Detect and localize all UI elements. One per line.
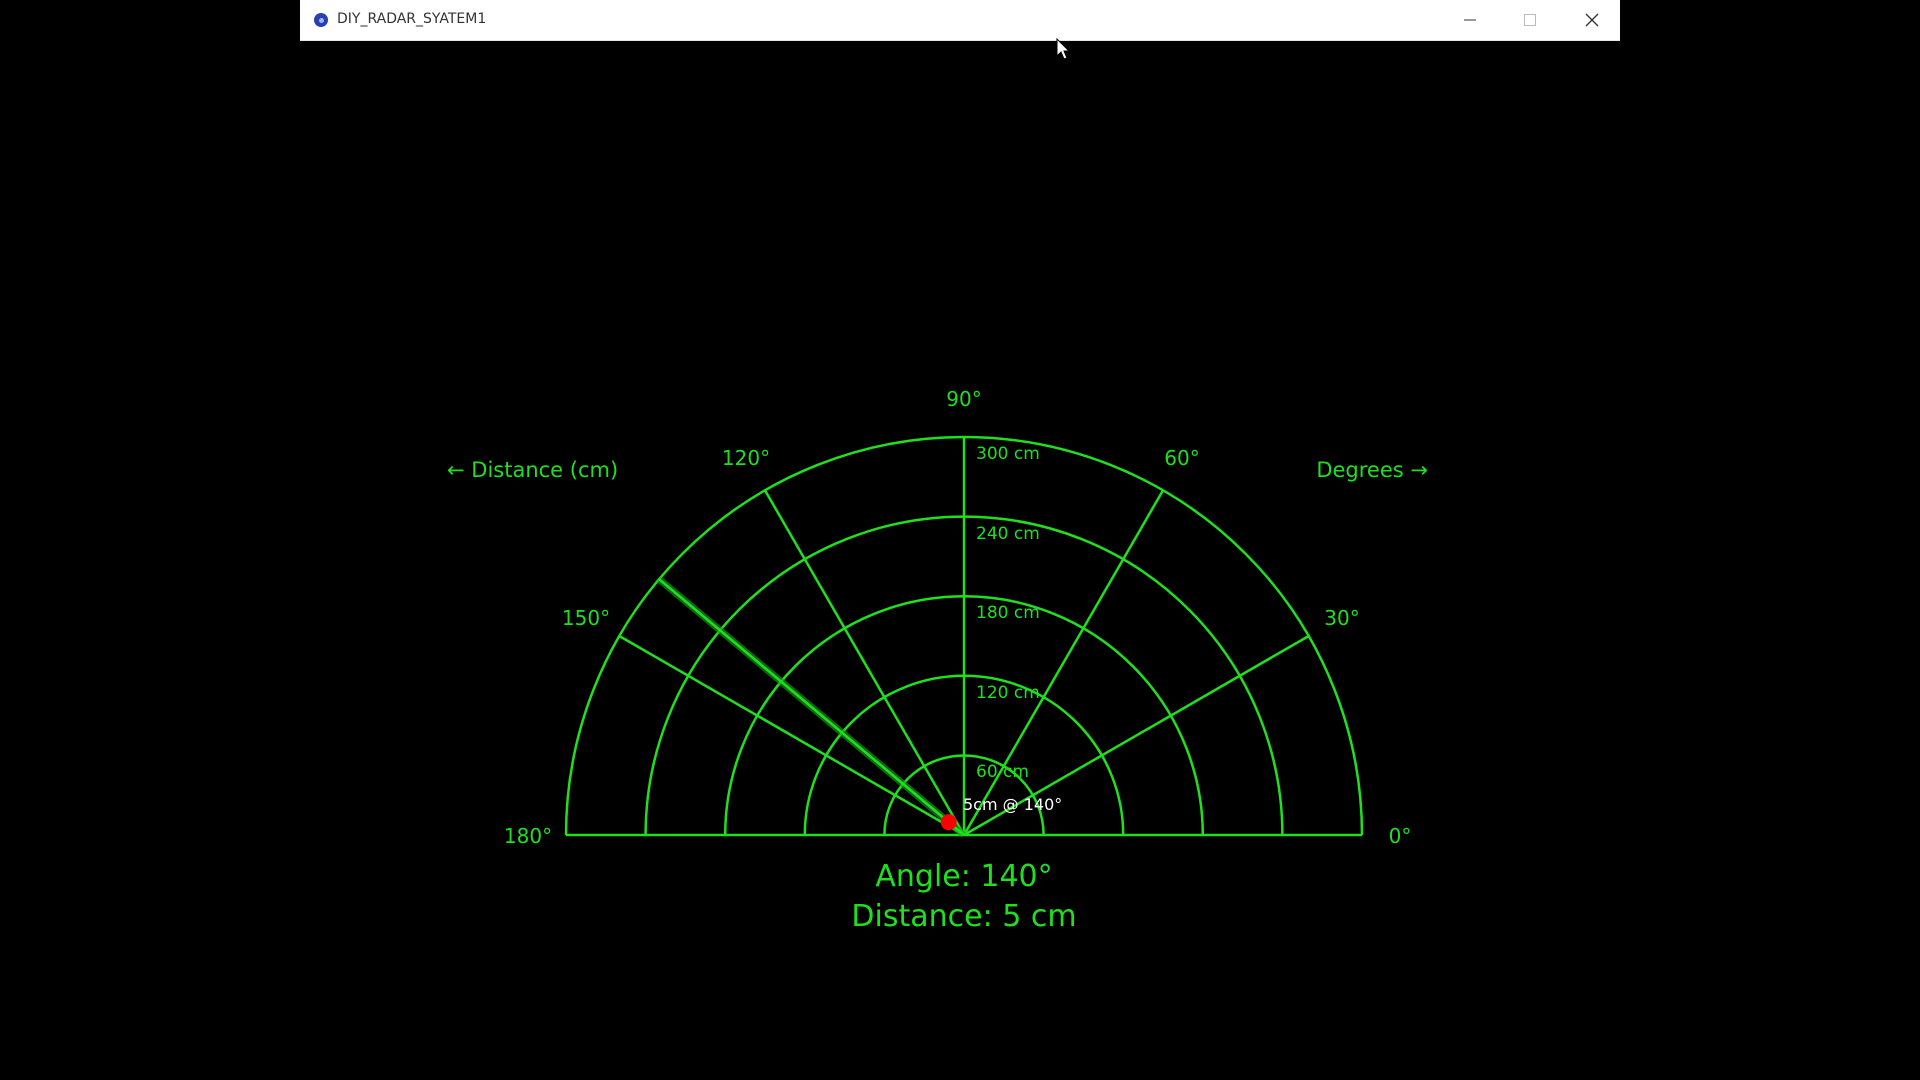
radar-sweep [656, 576, 967, 838]
minimize-icon [1464, 19, 1476, 21]
radar-grid [564, 435, 1364, 837]
degrees-axis-legend: Degrees → [1316, 458, 1428, 482]
range-label-120: 120 cm [976, 683, 1040, 703]
angle-readout: Angle: 140° [875, 859, 1052, 894]
title-bar[interactable]: DIY_RADAR_SYATEM1 [300, 0, 1620, 41]
range-label-240: 240 cm [976, 524, 1040, 544]
distance-axis-legend: ← Distance (cm) [447, 458, 618, 482]
range-label-180: 180 cm [976, 603, 1040, 623]
angle-spoke [618, 634, 965, 837]
angle-label-60: 60° [1164, 446, 1199, 470]
minimize-button[interactable] [1440, 0, 1500, 40]
app-window: DIY_RADAR_SYATEM1 90° 120° 60° 150° 30° … [300, 0, 1620, 1080]
angle-spoke [763, 489, 966, 836]
angle-label-150: 150° [562, 606, 610, 630]
range-label-300: 300 cm [976, 444, 1040, 464]
target-label: 5cm @ 140° [963, 795, 1062, 814]
mouse-cursor-icon [1056, 38, 1071, 60]
distance-readout: Distance: 5 cm [851, 899, 1076, 934]
maximize-icon [1524, 14, 1536, 26]
radar-canvas: 90° 120° 60° 150° 30° 180° 0° 300 cm 240… [447, 387, 1428, 934]
angle-label-30: 30° [1324, 606, 1359, 630]
angle-label-0: 0° [1389, 824, 1412, 848]
angle-label-120: 120° [722, 446, 770, 470]
window-title: DIY_RADAR_SYATEM1 [337, 11, 487, 27]
target-marker [940, 814, 957, 831]
close-icon [1585, 13, 1599, 27]
angle-label-90: 90° [946, 387, 981, 411]
sweep-line [658, 578, 965, 836]
maximize-button[interactable] [1500, 0, 1560, 40]
range-label-60: 60 cm [976, 762, 1029, 782]
app-icon [314, 13, 328, 27]
close-button[interactable] [1562, 0, 1622, 40]
angle-label-180: 180° [504, 824, 552, 848]
